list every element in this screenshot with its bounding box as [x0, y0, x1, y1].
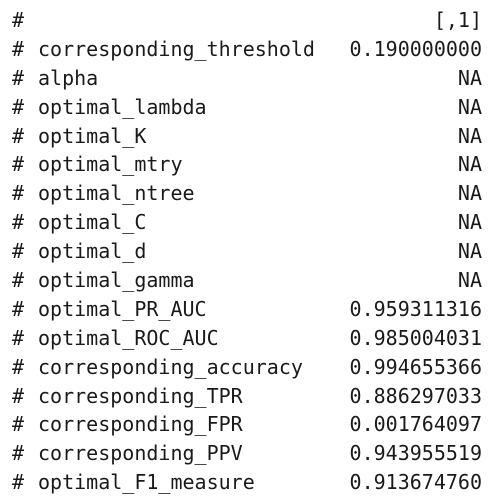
row-value: NA: [457, 152, 482, 177]
comment-prefix: #: [12, 36, 25, 61]
column-label: [,1]: [433, 8, 482, 32]
output-row: # corresponding_FPR 0.001764097: [12, 410, 482, 439]
row-name: corresponding_PPV: [38, 441, 243, 466]
row-name: optimal_PR_AUC: [38, 296, 207, 321]
output-row: # alpha NA: [12, 64, 482, 93]
row-name: corresponding_threshold: [38, 36, 315, 61]
output-row: # optimal_K NA: [12, 122, 482, 151]
row-name: optimal_ntree: [38, 181, 195, 206]
row-value: NA: [457, 65, 482, 90]
row-value: NA: [457, 181, 482, 206]
comment-prefix: #: [12, 268, 25, 293]
row-name: optimal_lambda: [38, 94, 207, 119]
row-value: 0.886297033: [349, 383, 482, 408]
row-value: NA: [457, 123, 482, 148]
output-row: # optimal_d NA: [12, 237, 482, 266]
output-rows: # corresponding_threshold 0.190000000 # alph…: [12, 35, 482, 497]
output-row: # optimal_gamma NA: [12, 266, 482, 295]
comment-prefix: #: [12, 470, 25, 495]
row-value: 0.994655366: [349, 354, 482, 379]
output-row: # optimal_ntree NA: [12, 179, 482, 208]
row-value: 0.001764097: [349, 412, 482, 437]
row-name: optimal_d: [38, 239, 147, 264]
row-name: optimal_mtry: [38, 152, 183, 177]
console-output: # [,1] # corresponding_threshold 0.1900000…: [12, 6, 482, 497]
row-name: optimal_ROC_AUC: [38, 325, 219, 350]
comment-prefix: #: [12, 152, 25, 177]
comment-prefix: #: [12, 239, 25, 264]
output-row: # optimal_ROC_AUC 0.985004031: [12, 324, 482, 353]
comment-prefix: #: [12, 8, 25, 32]
row-name: optimal_F1_measure: [38, 470, 255, 495]
output-row: # corresponding_accuracy 0.994655366: [12, 353, 482, 382]
row-name: optimal_K: [38, 123, 147, 148]
comment-prefix: #: [12, 325, 25, 350]
output-row: # optimal_F1_measure 0.913674760: [12, 468, 482, 497]
output-row: # corresponding_PPV 0.943955519: [12, 439, 482, 468]
row-name: corresponding_TPR: [38, 383, 243, 408]
output-row: # optimal_PR_AUC 0.959311316: [12, 295, 482, 324]
row-value: 0.913674760: [349, 470, 482, 495]
output-row: # optimal_C NA: [12, 208, 482, 237]
row-value: NA: [457, 268, 482, 293]
comment-prefix: #: [12, 383, 25, 408]
output-row: # corresponding_TPR 0.886297033: [12, 382, 482, 411]
output-row: # corresponding_threshold 0.190000000: [12, 35, 482, 64]
comment-prefix: #: [12, 94, 25, 119]
row-name: alpha: [38, 65, 99, 90]
row-name: corresponding_FPR: [38, 412, 243, 437]
row-value: 0.190000000: [349, 36, 482, 61]
row-value: 0.959311316: [349, 296, 482, 321]
comment-prefix: #: [12, 441, 25, 466]
header-line: # [,1]: [12, 6, 482, 35]
comment-prefix: #: [12, 412, 25, 437]
row-value: NA: [457, 210, 482, 235]
comment-prefix: #: [12, 296, 25, 321]
comment-prefix: #: [12, 354, 25, 379]
output-row: # optimal_mtry NA: [12, 150, 482, 179]
row-name: corresponding_accuracy: [38, 354, 303, 379]
row-name: optimal_gamma: [38, 268, 195, 293]
comment-prefix: #: [12, 210, 25, 235]
comment-prefix: #: [12, 123, 25, 148]
row-value: NA: [457, 239, 482, 264]
comment-prefix: #: [12, 181, 25, 206]
row-value: NA: [457, 94, 482, 119]
output-row: # optimal_lambda NA: [12, 93, 482, 122]
row-value: 0.943955519: [349, 441, 482, 466]
row-name: optimal_C: [38, 210, 147, 235]
row-value: 0.985004031: [349, 325, 482, 350]
comment-prefix: #: [12, 65, 25, 90]
